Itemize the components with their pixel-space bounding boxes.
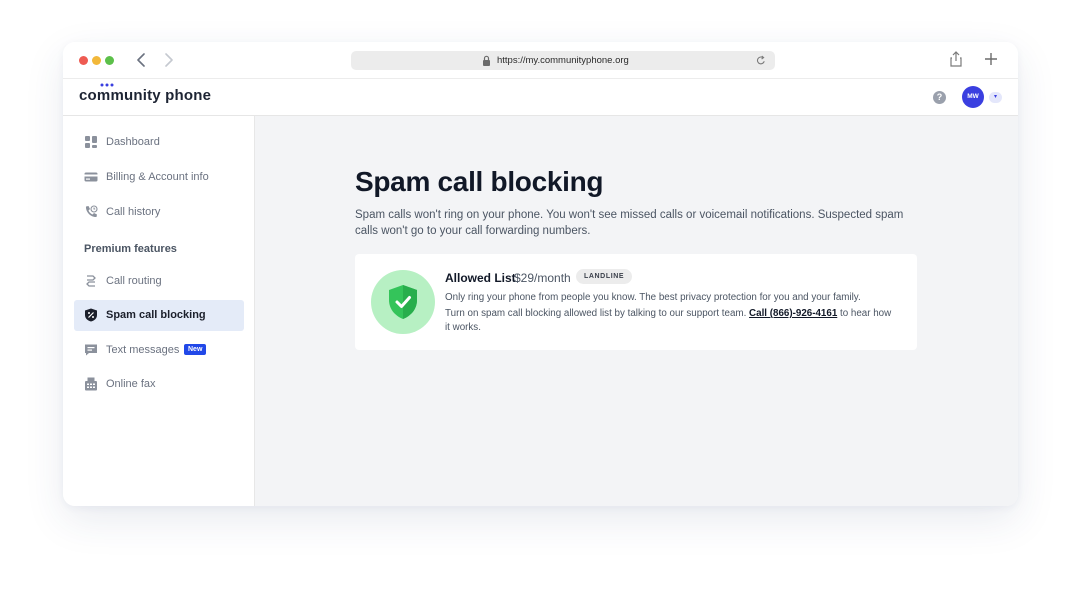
phone-history-icon: [85, 205, 98, 218]
main-content: Spam call blocking Spam calls won't ring…: [255, 116, 1018, 506]
landline-tag: LANDLINE: [576, 269, 633, 284]
new-badge: New: [184, 344, 207, 355]
minimize-window-button[interactable]: [92, 56, 101, 65]
instructions-text: Turn on spam call blocking allowed list …: [445, 308, 750, 319]
community-phone-logo[interactable]: community phone: [79, 83, 212, 104]
routing-icon: [86, 275, 96, 287]
sidebar: Dashboard Billing & Account info Call hi…: [63, 116, 255, 506]
address-bar[interactable]: https://my.communityphone.org: [351, 51, 775, 70]
sidebar-item-label: Call routing: [106, 275, 162, 287]
card-price: $29/month: [514, 271, 571, 285]
page-title: Spam call blocking: [355, 166, 604, 197]
forward-arrow-icon[interactable]: [161, 51, 177, 69]
sidebar-item-dashboard[interactable]: Dashboard: [74, 127, 244, 158]
maximize-window-button[interactable]: [105, 56, 114, 65]
lock-icon: [483, 55, 490, 66]
credit-card-icon: [84, 172, 98, 182]
new-tab-icon[interactable]: [984, 51, 998, 67]
allowed-list-card: Allowed List $29/month LANDLINE Only rin…: [355, 254, 917, 350]
dashboard-icon: [85, 136, 97, 148]
card-description: Only ring your phone from people you kno…: [445, 292, 861, 303]
url-text: https://my.communityphone.org: [497, 55, 629, 66]
sidebar-item-label: Text messages: [106, 344, 180, 356]
sidebar-item-online-fax[interactable]: Online fax: [74, 369, 244, 400]
logo-text: community phone: [79, 87, 212, 104]
sidebar-item-billing[interactable]: Billing & Account info: [74, 162, 244, 193]
sidebar-item-label: Dashboard: [106, 136, 160, 148]
page-description: Spam calls won't ring on your phone. You…: [355, 209, 904, 237]
back-arrow-icon[interactable]: [133, 51, 149, 69]
sidebar-item-label: Call history: [106, 206, 161, 218]
card-title: Allowed List: [445, 271, 516, 285]
sidebar-item-label: Billing & Account info: [106, 171, 209, 183]
fax-icon: [85, 377, 97, 391]
chevron-down-icon[interactable]: ▾: [989, 92, 1002, 103]
app-header: community phone ? MW ▾: [63, 79, 1018, 116]
sidebar-item-text-messages[interactable]: Text messages New: [74, 335, 244, 366]
shield-check-icon: [371, 270, 435, 334]
avatar[interactable]: MW: [962, 86, 984, 108]
message-icon: [85, 344, 97, 356]
browser-window: https://my.communityphone.org community …: [63, 42, 1018, 506]
sidebar-item-label: Spam call blocking: [106, 309, 206, 321]
browser-chrome: https://my.communityphone.org: [63, 42, 1018, 79]
spam-shield-icon: [85, 308, 97, 322]
help-icon[interactable]: ?: [933, 91, 946, 104]
sidebar-item-call-history[interactable]: Call history: [74, 197, 244, 228]
sidebar-item-label: Online fax: [106, 378, 156, 390]
share-icon[interactable]: [949, 51, 963, 67]
card-instructions: Turn on spam call blocking allowed list …: [445, 307, 895, 334]
close-window-button[interactable]: [79, 56, 88, 65]
support-phone-link[interactable]: Call (866)-926-4161: [749, 308, 837, 319]
sidebar-item-spam-call-blocking[interactable]: Spam call blocking: [74, 300, 244, 331]
reload-icon[interactable]: [756, 55, 766, 66]
premium-features-heading: Premium features: [84, 243, 177, 255]
logo-dots-icon: [100, 83, 114, 87]
sidebar-item-call-routing[interactable]: Call routing: [74, 266, 244, 297]
